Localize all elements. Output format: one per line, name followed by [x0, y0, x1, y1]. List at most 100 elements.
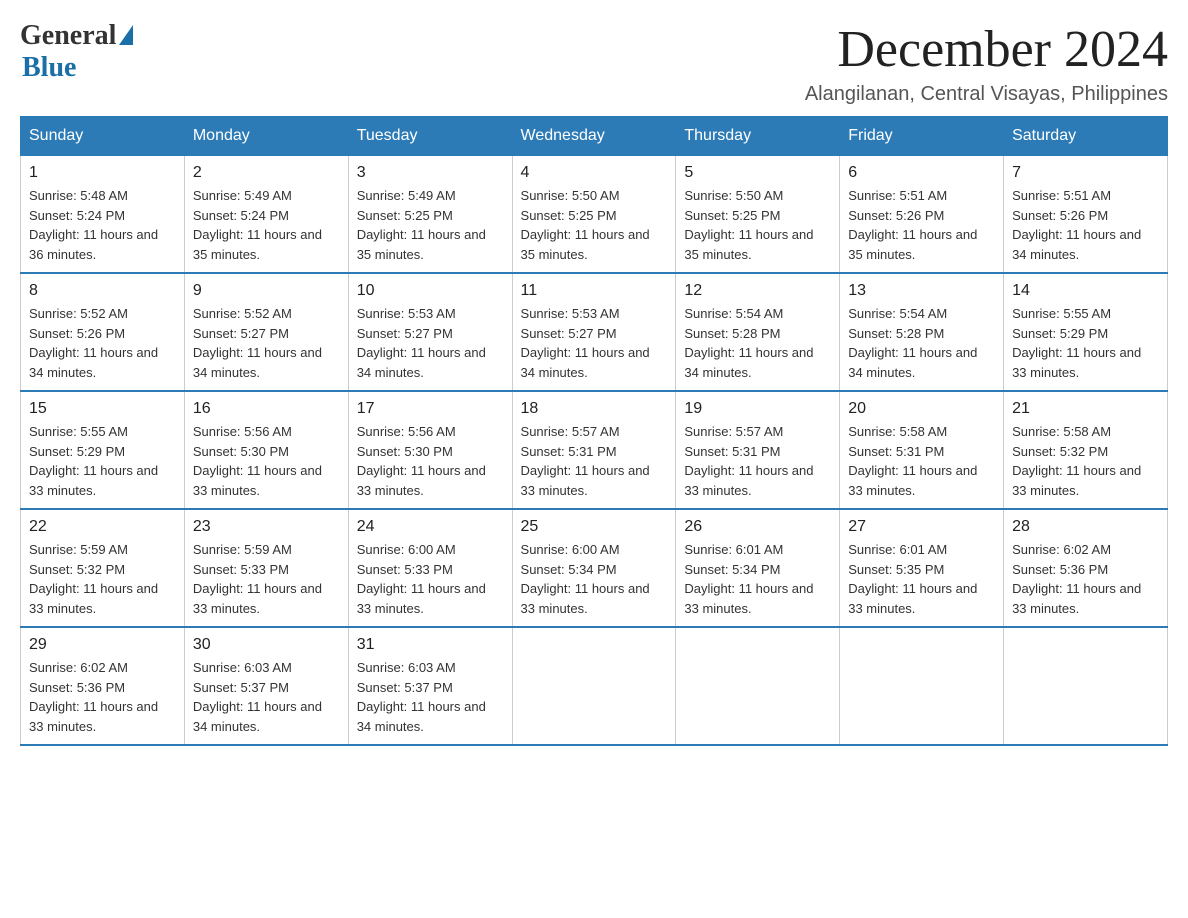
calendar-cell: 25 Sunrise: 6:00 AMSunset: 5:34 PMDayligh…: [512, 509, 676, 627]
day-info: Sunrise: 5:50 AMSunset: 5:25 PMDaylight:…: [684, 186, 831, 264]
calendar-cell: 24 Sunrise: 6:00 AMSunset: 5:33 PMDayligh…: [348, 509, 512, 627]
day-info: Sunrise: 5:57 AMSunset: 5:31 PMDaylight:…: [521, 422, 668, 500]
calendar-week-row: 15 Sunrise: 5:55 AMSunset: 5:29 PMDayligh…: [21, 391, 1168, 509]
day-info: Sunrise: 5:49 AMSunset: 5:24 PMDaylight:…: [193, 186, 340, 264]
calendar-cell: 26 Sunrise: 6:01 AMSunset: 5:34 PMDayligh…: [676, 509, 840, 627]
calendar-cell: [676, 627, 840, 745]
calendar-cell: [512, 627, 676, 745]
logo-triangle-icon: [119, 25, 133, 45]
day-info: Sunrise: 5:59 AMSunset: 5:32 PMDaylight:…: [29, 540, 176, 618]
day-info: Sunrise: 5:54 AMSunset: 5:28 PMDaylight:…: [684, 304, 831, 382]
calendar-cell: 9Sunrise: 5:52 AMSunset: 5:27 PMDaylight…: [184, 273, 348, 391]
day-number: 12: [684, 282, 831, 300]
calendar-week-row: 8 Sunrise: 5:52 AMSunset: 5:26 PMDaylight…: [21, 273, 1168, 391]
day-number: 5: [684, 164, 831, 182]
calendar-cell: 1 Sunrise: 5:48 AMSunset: 5:24 PMDaylight…: [21, 156, 185, 274]
day-number: 3: [357, 164, 504, 182]
calendar-day-header: Sunday: [21, 117, 185, 156]
calendar-cell: 3 Sunrise: 5:49 AMSunset: 5:25 PMDaylight…: [348, 156, 512, 274]
calendar-day-header: Wednesday: [512, 117, 676, 156]
calendar-day-header: Monday: [184, 117, 348, 156]
calendar-cell: 7 Sunrise: 5:51 AMSunset: 5:26 PMDaylight…: [1004, 156, 1168, 274]
month-title: December 2024: [805, 20, 1168, 79]
day-number: 24: [357, 518, 504, 536]
day-number: 10: [357, 282, 504, 300]
day-info: Sunrise: 6:01 AMSunset: 5:34 PMDaylight:…: [684, 540, 831, 618]
day-info: Sunrise: 6:00 AMSunset: 5:33 PMDaylight:…: [357, 540, 504, 618]
day-info: Sunrise: 5:58 AMSunset: 5:32 PMDaylight:…: [1012, 422, 1159, 500]
calendar-cell: 18 Sunrise: 5:57 AMSunset: 5:31 PMDayligh…: [512, 391, 676, 509]
calendar-cell: [840, 627, 1004, 745]
day-number: 18: [521, 400, 668, 418]
day-info: Sunrise: 5:51 AMSunset: 5:26 PMDaylight:…: [848, 186, 995, 264]
calendar-cell: 4Sunrise: 5:50 AMSunset: 5:25 PMDaylight…: [512, 156, 676, 274]
day-number: 25: [521, 518, 668, 536]
calendar-week-row: 1 Sunrise: 5:48 AMSunset: 5:24 PMDaylight…: [21, 156, 1168, 274]
calendar-cell: 28 Sunrise: 6:02 AMSunset: 5:36 PMDayligh…: [1004, 509, 1168, 627]
day-number: 29: [29, 636, 176, 654]
day-number: 11: [521, 282, 668, 300]
day-info: Sunrise: 5:56 AMSunset: 5:30 PMDaylight:…: [357, 422, 504, 500]
calendar-cell: 14 Sunrise: 5:55 AMSunset: 5:29 PMDayligh…: [1004, 273, 1168, 391]
day-number: 13: [848, 282, 995, 300]
calendar-cell: 31 Sunrise: 6:03 AMSunset: 5:37 PMDayligh…: [348, 627, 512, 745]
day-number: 15: [29, 400, 176, 418]
location-title: Alangilanan, Central Visayas, Philippine…: [805, 83, 1168, 106]
calendar-cell: 6Sunrise: 5:51 AMSunset: 5:26 PMDaylight…: [840, 156, 1004, 274]
day-number: 21: [1012, 400, 1159, 418]
calendar-header-row: SundayMondayTuesdayWednesdayThursdayFrid…: [21, 117, 1168, 156]
day-number: 9: [193, 282, 340, 300]
day-number: 16: [193, 400, 340, 418]
day-info: Sunrise: 5:49 AMSunset: 5:25 PMDaylight:…: [357, 186, 504, 264]
day-number: 23: [193, 518, 340, 536]
calendar-cell: 22Sunrise: 5:59 AMSunset: 5:32 PMDayligh…: [21, 509, 185, 627]
day-number: 28: [1012, 518, 1159, 536]
calendar-day-header: Thursday: [676, 117, 840, 156]
day-info: Sunrise: 5:51 AMSunset: 5:26 PMDaylight:…: [1012, 186, 1159, 264]
calendar-cell: 27Sunrise: 6:01 AMSunset: 5:35 PMDayligh…: [840, 509, 1004, 627]
calendar-cell: [1004, 627, 1168, 745]
calendar-cell: 29 Sunrise: 6:02 AMSunset: 5:36 PMDayligh…: [21, 627, 185, 745]
day-number: 1: [29, 164, 176, 182]
logo-general-text: General: [20, 20, 116, 52]
day-number: 31: [357, 636, 504, 654]
calendar-table: SundayMondayTuesdayWednesdayThursdayFrid…: [20, 116, 1168, 746]
calendar-day-header: Friday: [840, 117, 1004, 156]
day-info: Sunrise: 5:55 AMSunset: 5:29 PMDaylight:…: [29, 422, 176, 500]
calendar-cell: 17Sunrise: 5:56 AMSunset: 5:30 PMDayligh…: [348, 391, 512, 509]
day-info: Sunrise: 5:50 AMSunset: 5:25 PMDaylight:…: [521, 186, 668, 264]
calendar-cell: 5 Sunrise: 5:50 AMSunset: 5:25 PMDaylight…: [676, 156, 840, 274]
calendar-cell: 23Sunrise: 5:59 AMSunset: 5:33 PMDayligh…: [184, 509, 348, 627]
day-info: Sunrise: 6:01 AMSunset: 5:35 PMDaylight:…: [848, 540, 995, 618]
calendar-cell: 11Sunrise: 5:53 AMSunset: 5:27 PMDayligh…: [512, 273, 676, 391]
day-number: 30: [193, 636, 340, 654]
day-number: 8: [29, 282, 176, 300]
calendar-day-header: Tuesday: [348, 117, 512, 156]
calendar-cell: 21 Sunrise: 5:58 AMSunset: 5:32 PMDayligh…: [1004, 391, 1168, 509]
calendar-cell: 15 Sunrise: 5:55 AMSunset: 5:29 PMDayligh…: [21, 391, 185, 509]
day-info: Sunrise: 6:02 AMSunset: 5:36 PMDaylight:…: [1012, 540, 1159, 618]
day-info: Sunrise: 6:00 AMSunset: 5:34 PMDaylight:…: [521, 540, 668, 618]
calendar-cell: 10 Sunrise: 5:53 AMSunset: 5:27 PMDayligh…: [348, 273, 512, 391]
day-info: Sunrise: 5:48 AMSunset: 5:24 PMDaylight:…: [29, 186, 176, 264]
calendar-cell: 20Sunrise: 5:58 AMSunset: 5:31 PMDayligh…: [840, 391, 1004, 509]
calendar-week-row: 22Sunrise: 5:59 AMSunset: 5:32 PMDayligh…: [21, 509, 1168, 627]
calendar-cell: 19Sunrise: 5:57 AMSunset: 5:31 PMDayligh…: [676, 391, 840, 509]
day-info: Sunrise: 5:56 AMSunset: 5:30 PMDaylight:…: [193, 422, 340, 500]
day-info: Sunrise: 6:03 AMSunset: 5:37 PMDaylight:…: [193, 658, 340, 736]
calendar-cell: 13Sunrise: 5:54 AMSunset: 5:28 PMDayligh…: [840, 273, 1004, 391]
title-section: December 2024 Alangilanan, Central Visay…: [805, 20, 1168, 106]
calendar-cell: 12 Sunrise: 5:54 AMSunset: 5:28 PMDayligh…: [676, 273, 840, 391]
logo: General Blue: [20, 20, 133, 84]
day-number: 7: [1012, 164, 1159, 182]
day-info: Sunrise: 5:53 AMSunset: 5:27 PMDaylight:…: [357, 304, 504, 382]
day-info: Sunrise: 5:57 AMSunset: 5:31 PMDaylight:…: [684, 422, 831, 500]
day-info: Sunrise: 6:02 AMSunset: 5:36 PMDaylight:…: [29, 658, 176, 736]
logo-blue-text: Blue: [22, 52, 76, 84]
day-number: 14: [1012, 282, 1159, 300]
day-info: Sunrise: 6:03 AMSunset: 5:37 PMDaylight:…: [357, 658, 504, 736]
day-info: Sunrise: 5:55 AMSunset: 5:29 PMDaylight:…: [1012, 304, 1159, 382]
calendar-cell: 2Sunrise: 5:49 AMSunset: 5:24 PMDaylight…: [184, 156, 348, 274]
day-number: 26: [684, 518, 831, 536]
day-info: Sunrise: 5:52 AMSunset: 5:26 PMDaylight:…: [29, 304, 176, 382]
